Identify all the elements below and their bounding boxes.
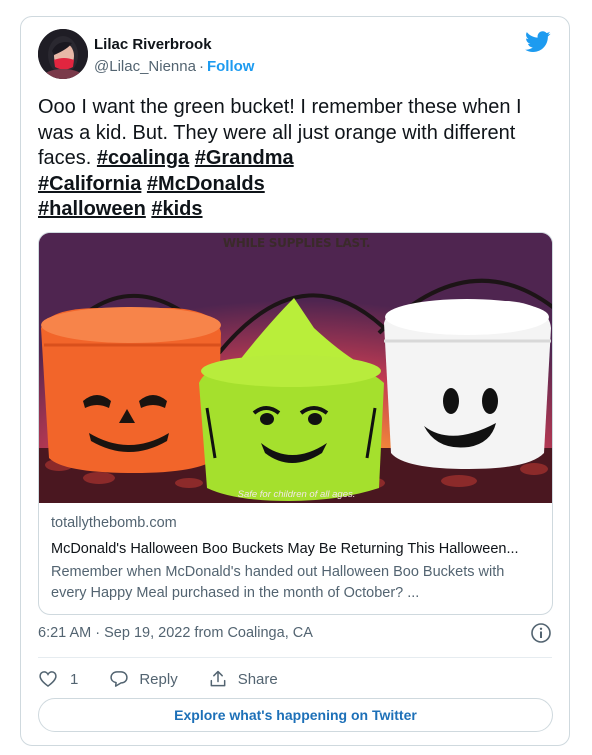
handle-separator: · [198, 58, 204, 75]
tweet-location[interactable]: Coalinga, CA [227, 625, 312, 641]
hashtag-link[interactable]: #kids [151, 198, 202, 220]
link-preview-meta: totallythebomb.com McDonald's Halloween … [51, 515, 541, 604]
actions-divider [38, 657, 552, 658]
tweet-actions: 1 Reply Share [38, 667, 278, 691]
tweet-date[interactable]: Sep 19, 2022 [104, 625, 190, 641]
image-caption-top: WHILE SUPPLIES LAST. [222, 236, 371, 250]
tweet-timestamp[interactable]: 6:21 AM · Sep 19, 2022 from Coalinga, CA [38, 625, 313, 641]
tweet-text: Ooo I want the green bucket! I remember … [38, 95, 553, 223]
info-icon[interactable] [530, 622, 552, 644]
follow-link[interactable]: Follow [207, 58, 255, 75]
share-button[interactable]: Share [208, 669, 278, 689]
explore-twitter-button[interactable]: Explore what's happening on Twitter [38, 698, 553, 732]
reply-label: Reply [139, 670, 178, 688]
author-handle[interactable]: @Lilac_Nienna [94, 58, 196, 75]
like-button[interactable]: 1 [38, 669, 78, 689]
link-description: Remember when McDonald's handed out Hall… [51, 564, 505, 601]
link-preview-card[interactable]: WHILE SUPPLIES LAST. Safe for children o… [38, 232, 553, 615]
speech-bubble-icon [110, 671, 129, 687]
hashtag-link[interactable]: #coalinga [97, 147, 189, 169]
hashtag-link[interactable]: #halloween [38, 198, 146, 220]
like-count: 1 [70, 670, 79, 688]
author-display-name[interactable]: Lilac Riverbrook [94, 36, 212, 53]
hashtag-link[interactable]: #California [38, 173, 141, 195]
reply-button[interactable]: Reply [109, 669, 178, 689]
image-caption-bottom: Safe for children of all ages. [237, 489, 356, 500]
location-prefix: from [194, 625, 224, 641]
timestamp-separator: · [95, 625, 101, 641]
tweet-embed-card: Lilac Riverbrook @Lilac_Nienna · Follow Oo… [20, 16, 570, 746]
avatar[interactable] [38, 29, 88, 79]
link-title[interactable]: McDonald's Halloween Boo Buckets May Be … [51, 541, 541, 557]
link-domain: totallythebomb.com [51, 515, 177, 531]
upload-share-icon [210, 670, 226, 687]
hashtag-link[interactable]: #McDonalds [147, 173, 265, 195]
author-handle-line: @Lilac_Nienna · Follow [94, 58, 254, 75]
hashtag-link[interactable]: #Grandma [195, 147, 294, 169]
heart-icon [39, 671, 57, 688]
tweet-time[interactable]: 6:21 AM [38, 625, 91, 641]
share-label: Share [237, 670, 278, 688]
twitter-bird-icon[interactable] [525, 31, 551, 53]
preview-image[interactable]: WHILE SUPPLIES LAST. Safe for children o… [39, 233, 552, 503]
